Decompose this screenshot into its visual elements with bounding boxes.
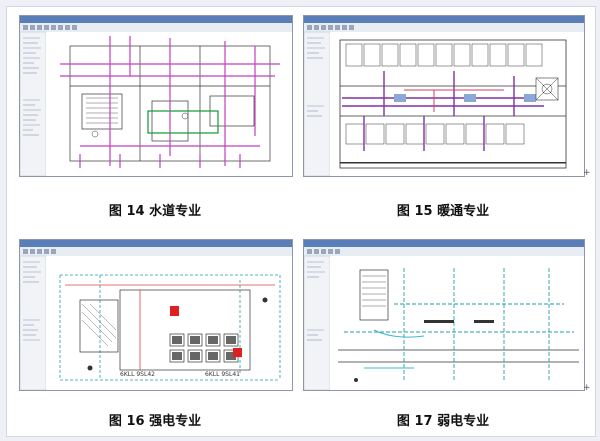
figure-16-screenshot: 6KLL 9SL42 6KLL 9SL41 <box>19 239 293 391</box>
figure-14-caption: 图 14 水道专业 <box>108 204 202 219</box>
figure-16-mark-2: 6KLL 9SL41 <box>205 371 240 378</box>
plumbing-cad-window <box>20 16 292 176</box>
figure-17-caption: 图 17 弱电专业 <box>396 414 490 429</box>
figure-15-caption: 图 15 暖通专业 <box>396 204 490 219</box>
corner-mark-bottom: + <box>583 383 591 393</box>
lowvoltage-cad-window <box>304 240 584 390</box>
figure-16-mark-1: 6KLL 9SL42 <box>120 371 155 378</box>
power-cad-window: 6KLL 9SL42 6KLL 9SL41 <box>20 240 292 390</box>
figure-14-screenshot <box>19 15 293 177</box>
corner-mark: + <box>583 168 591 178</box>
figure-17-screenshot <box>303 239 585 391</box>
hvac-cad-window <box>304 16 584 176</box>
document-sheet: 图 14 水道专业 图 15 暖通专业 + 6KLL 9SL42 6KLL 9S… <box>6 6 596 437</box>
figure-15-screenshot <box>303 15 585 177</box>
figure-16-caption: 图 16 强电专业 <box>108 414 202 429</box>
